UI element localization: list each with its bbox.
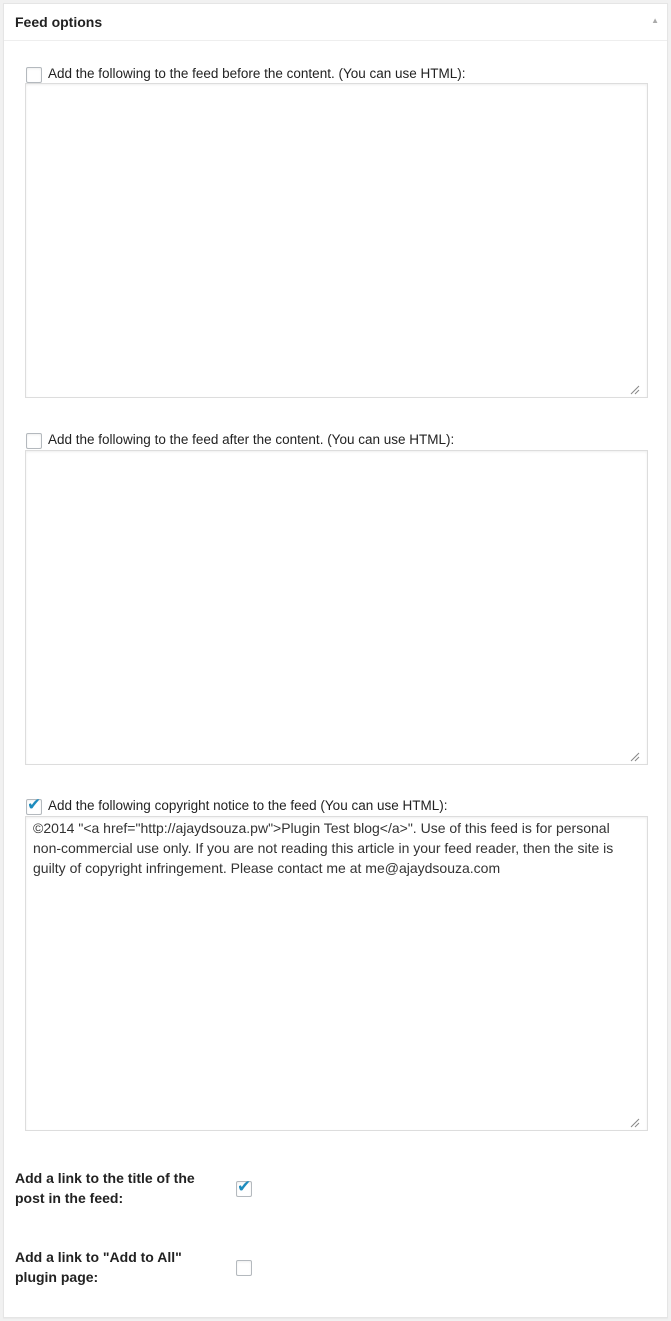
plugin-page-setting-label: Add a link to "Add to All" plugin page: bbox=[15, 1249, 182, 1285]
checkmark-icon: ✔ bbox=[27, 795, 42, 814]
copyright-checkbox[interactable]: ✔ bbox=[26, 795, 42, 815]
resize-grip-icon[interactable] bbox=[630, 1118, 640, 1128]
after-content-label: Add the following to the feed after the … bbox=[48, 432, 455, 447]
postbox-header[interactable]: Feed options ▲ bbox=[4, 4, 667, 41]
before-content-checkbox[interactable] bbox=[26, 67, 42, 83]
copyright-label: Add the following copyright notice to th… bbox=[48, 798, 448, 813]
link-title-checkbox[interactable]: ✔ bbox=[236, 1177, 252, 1197]
plugin-page-checkbox[interactable] bbox=[236, 1260, 252, 1276]
before-content-label: Add the following to the feed before the… bbox=[48, 66, 466, 81]
before-content-textarea[interactable] bbox=[25, 83, 648, 398]
resize-grip-icon[interactable] bbox=[630, 385, 640, 395]
resize-grip-icon[interactable] bbox=[630, 752, 640, 762]
checkmark-icon: ✔ bbox=[237, 1177, 252, 1196]
postbox-title: Feed options bbox=[15, 14, 103, 30]
after-content-textarea[interactable] bbox=[25, 450, 648, 765]
feed-options-postbox: Feed options ▲ Add the following to the … bbox=[3, 3, 668, 1318]
triangle-up-icon[interactable]: ▲ bbox=[651, 16, 659, 25]
link-title-setting-label: Add a link to the title of the post in t… bbox=[15, 1170, 195, 1206]
after-content-checkbox[interactable] bbox=[26, 433, 42, 449]
copyright-textarea[interactable]: ©2014 "<a href="http://ajaydsouza.pw">Pl… bbox=[25, 816, 648, 1131]
